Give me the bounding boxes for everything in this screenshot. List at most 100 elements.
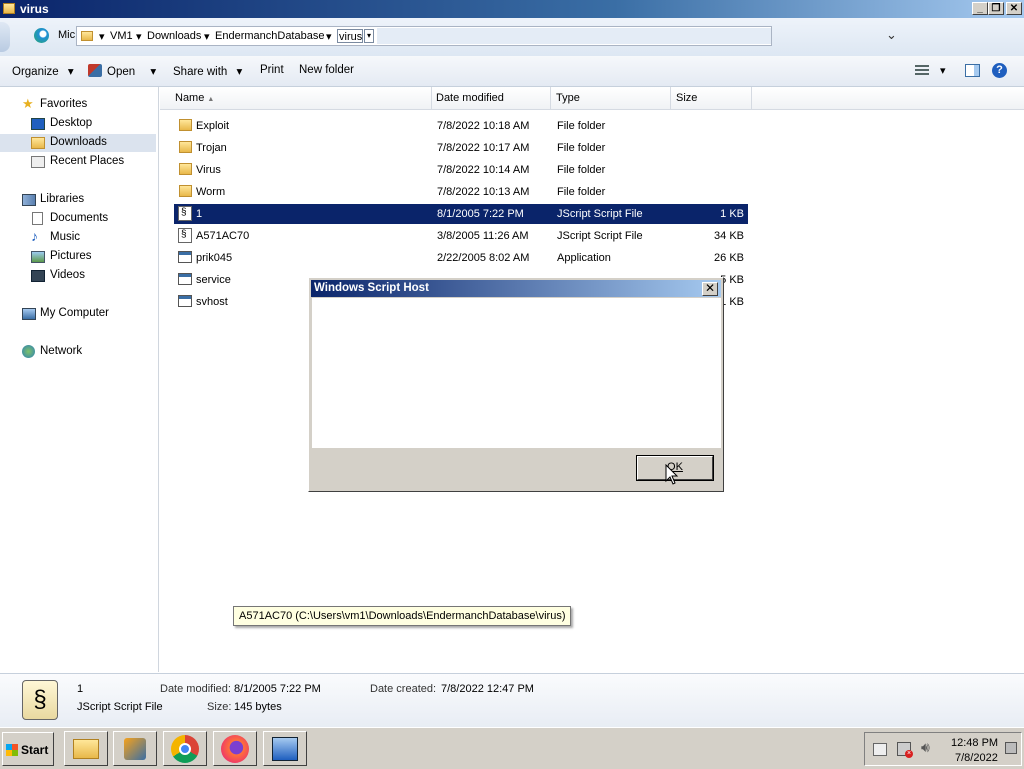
column-type[interactable]: Type (551, 87, 671, 109)
clock-time[interactable]: 12:48 PM (951, 737, 998, 749)
file-size: 26 KB (714, 252, 744, 264)
file-type: File folder (557, 164, 606, 176)
file-row[interactable]: Trojan 7/8/2022 10:17 AM File folder (174, 138, 748, 158)
application-icon (178, 295, 192, 307)
address-bar[interactable]: ▾ VM1 ▾ Downloads ▾ EndermanchDatabase ▾… (76, 26, 772, 46)
volume-icon[interactable]: 🔊︎ (921, 739, 930, 756)
file-row[interactable]: Virus 7/8/2022 10:14 AM File folder (174, 160, 748, 180)
taskbar-chrome[interactable] (163, 731, 207, 766)
details-size: 145 bytes (234, 701, 282, 713)
chevron-down-icon[interactable]: ▾ (940, 64, 946, 77)
show-desktop-icon[interactable] (1005, 742, 1017, 754)
file-date: 3/8/2005 11:26 AM (437, 230, 529, 242)
dialog-titlebar[interactable]: Windows Script Host ✕ (311, 280, 721, 297)
window-title: virus (20, 2, 49, 16)
network-warning-icon[interactable]: × (897, 742, 913, 758)
file-name: A571AC70 (196, 230, 250, 242)
nav-desktop[interactable]: Desktop (0, 115, 158, 133)
edge-tab-label[interactable]: Mic (58, 29, 75, 41)
breadcrumb-dropdown-button[interactable]: ▾ (364, 29, 374, 43)
dialog-close-button[interactable]: ✕ (702, 282, 718, 296)
open-button[interactable]: Open ▾ (107, 64, 156, 78)
breadcrumb-downloads[interactable]: Downloads (147, 30, 201, 42)
nav-favorites[interactable]: ★ Favorites (0, 96, 158, 114)
nav-my-computer[interactable]: My Computer (0, 305, 158, 323)
new-folder-button[interactable]: New folder (299, 64, 354, 76)
preview-pane-icon[interactable] (965, 64, 980, 77)
chevron-right-icon[interactable]: ▾ (326, 30, 332, 43)
desktop-icon (31, 118, 45, 130)
nav-documents-label: Documents (50, 212, 109, 224)
file-name: Worm (196, 186, 226, 198)
details-file-name: 1 (77, 683, 84, 695)
column-size[interactable]: Size (671, 87, 752, 109)
system-tray: × 🔊︎ 12:48 PM 7/8/2022 (864, 732, 1022, 766)
edge-icon (34, 28, 49, 43)
file-name: Virus (196, 164, 221, 176)
file-row[interactable]: Exploit 7/8/2022 10:18 AM File folder (174, 116, 748, 136)
nav-desktop-label: Desktop (50, 117, 93, 129)
share-with-button[interactable]: Share with ▾ (173, 64, 242, 78)
nav-downloads[interactable]: Downloads (0, 134, 156, 152)
chevron-right-icon[interactable]: ▾ (136, 30, 142, 43)
details-date-modified-label: Date modified: (160, 683, 231, 695)
nav-videos-label: Videos (50, 269, 85, 281)
chrome-icon-center (179, 743, 191, 755)
action-center-icon[interactable] (873, 743, 887, 756)
taskbar: Start × 🔊︎ 12:48 PM 7/8/2022 (0, 727, 1024, 769)
nav-libraries[interactable]: Libraries (0, 191, 158, 209)
nav-libraries-label: Libraries (40, 193, 85, 205)
chevron-right-icon[interactable]: ▾ (99, 30, 105, 43)
chevron-down-icon[interactable]: ⌄ (886, 27, 897, 43)
nav-documents[interactable]: Documents (0, 210, 158, 228)
taskbar-script-host[interactable] (263, 731, 307, 766)
organize-button[interactable]: Organize ▾ (12, 64, 74, 78)
chevron-right-icon[interactable]: ▾ (204, 30, 210, 43)
nav-network[interactable]: Network (0, 343, 158, 361)
close-button[interactable]: ✕ (1006, 2, 1022, 15)
file-row[interactable]: prik045 2/22/2005 8:02 AM Application 26… (174, 248, 748, 268)
chevron-down-icon: ▾ (236, 66, 243, 78)
file-date: 7/8/2022 10:13 AM (437, 186, 530, 198)
nav-recent-places[interactable]: Recent Places (0, 153, 158, 171)
window-controls-ghost (918, 18, 1014, 26)
organize-label: Organize (12, 66, 59, 78)
print-button[interactable]: Print (260, 64, 284, 76)
breadcrumb-virus[interactable]: virus (337, 29, 363, 43)
nav-music[interactable]: ♪ Music (0, 229, 158, 247)
view-options-icon[interactable] (915, 65, 929, 76)
file-type: Application (557, 252, 611, 264)
restore-button[interactable]: ❐ (988, 2, 1004, 15)
breadcrumb-endermanchdatabase[interactable]: EndermanchDatabase (215, 30, 324, 42)
videos-icon (31, 270, 45, 282)
media-player-icon (124, 738, 146, 760)
chevron-down-icon: ▾ (150, 66, 157, 78)
clock-date[interactable]: 7/8/2022 (955, 752, 998, 764)
start-button[interactable]: Start (2, 732, 54, 766)
column-date-modified[interactable]: Date modified (432, 87, 551, 109)
file-row-selected[interactable]: § 1 8/1/2005 7:22 PM JScript Script File… (174, 204, 748, 224)
file-row[interactable]: § A571AC70 3/8/2005 11:26 AM JScript Scr… (174, 226, 748, 246)
breadcrumb-vm1[interactable]: VM1 (110, 30, 133, 42)
taskbar-firefox[interactable] (213, 731, 257, 766)
nav-music-label: Music (50, 231, 81, 243)
file-date: 7/8/2022 10:17 AM (437, 142, 530, 154)
window-titlebar[interactable]: virus _ ❐ ✕ (0, 0, 1024, 18)
help-icon[interactable]: ? (992, 63, 1007, 78)
file-type: JScript Script File (557, 208, 643, 220)
details-date-created-label: Date created: (370, 683, 437, 695)
file-row[interactable]: Worm 7/8/2022 10:13 AM File folder (174, 182, 748, 202)
firefox-icon (221, 735, 249, 763)
nav-pictures[interactable]: Pictures (0, 248, 158, 266)
file-name: 1 (196, 208, 203, 220)
taskbar-file-explorer[interactable] (64, 731, 108, 766)
minimize-button[interactable]: _ (972, 2, 988, 15)
star-icon: ★ (22, 96, 34, 111)
sort-up-icon: ▲ (207, 96, 215, 103)
column-name[interactable]: Name ▲ (160, 87, 432, 109)
file-date: 7/8/2022 10:18 AM (437, 120, 530, 132)
back-button[interactable] (0, 22, 10, 52)
nav-videos[interactable]: Videos (0, 267, 158, 285)
file-size: 1 KB (720, 208, 744, 220)
taskbar-media-player[interactable] (113, 731, 157, 766)
